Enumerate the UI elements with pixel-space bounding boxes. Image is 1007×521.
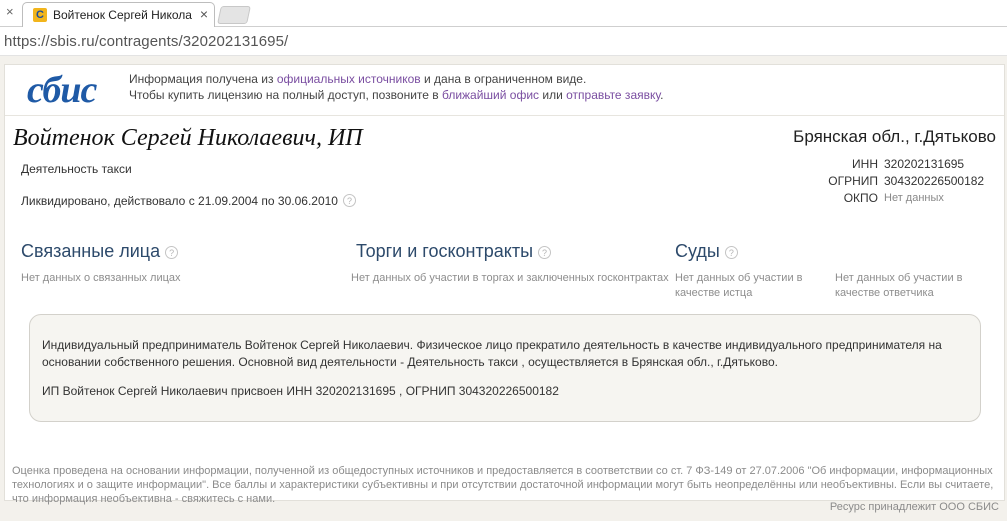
- sbis-favicon-icon: С: [33, 8, 47, 22]
- svg-text:сбис: сбис: [27, 71, 97, 109]
- help-icon[interactable]: ?: [724, 246, 738, 259]
- defendant-note: Нет данных об участии в качестве ответчи…: [835, 272, 963, 299]
- sections-row: Связанные лица? Нет данных о связанных л…: [21, 241, 991, 301]
- address-bar[interactable]: https://sbis.ru/contragents/320202131695…: [0, 28, 1007, 56]
- code-row-inn: ИНН 320202131695: [784, 155, 990, 172]
- tab-scroll-left-icon[interactable]: ×: [6, 4, 14, 19]
- company-codes: ИНН 320202131695 ОГРНИП 304320226500182 …: [784, 155, 990, 206]
- header-divider: [5, 115, 1004, 116]
- close-tab-icon[interactable]: ×: [200, 6, 208, 22]
- section-note: Нет данных о связанных лицах: [21, 272, 181, 284]
- nearest-office-link[interactable]: ближайший офис: [442, 88, 539, 102]
- footer-owner: Ресурс принадлежит ООО СБИС: [829, 501, 999, 513]
- company-activity: Деятельность такси: [21, 162, 132, 176]
- notice-text: Чтобы купить лицензию на полный доступ, …: [129, 88, 442, 102]
- section-title[interactable]: Торги и госконтракты?: [351, 241, 671, 262]
- url-text[interactable]: https://sbis.ru/contragents/320202131695…: [4, 33, 288, 50]
- section-title-text[interactable]: Суды: [675, 241, 720, 261]
- inn-value: 320202131695: [884, 156, 965, 171]
- notice-text: или: [539, 88, 567, 102]
- notice-line-2: Чтобы купить лицензию на полный доступ, …: [129, 87, 889, 103]
- help-icon[interactable]: ?: [342, 194, 356, 207]
- ogrnip-label: ОГРНИП: [828, 173, 878, 188]
- description-paragraph: ИП Войтенок Сергей Николаевич присвоен И…: [42, 384, 559, 398]
- tab-title: Войтенок Сергей Никола: [53, 8, 192, 22]
- code-row-ogrnip: ОГРНИП 304320226500182: [784, 172, 990, 189]
- section-title[interactable]: Связанные лица?: [21, 241, 321, 262]
- page: сбис Информация получена из официальных …: [0, 56, 1007, 521]
- notice-text: .: [660, 88, 664, 102]
- send-request-link[interactable]: отправьте заявку: [566, 88, 660, 102]
- company-description: Индивидуальный предприниматель Войтенок …: [29, 314, 981, 422]
- license-notice: Информация получена из официальных источ…: [129, 71, 889, 103]
- description-paragraph: Индивидуальный предприниматель Войтенок …: [42, 338, 942, 369]
- plaintiff-note: Нет данных об участии в качестве истца: [675, 272, 803, 299]
- footer-disclaimer: Оценка проведена на основании информации…: [12, 465, 994, 505]
- section-title-text[interactable]: Связанные лица: [21, 241, 160, 261]
- code-row-okpo: ОКПО Нет данных: [784, 189, 990, 206]
- section-note: Нет данных об участии в торгах и заключе…: [351, 272, 669, 284]
- browser-tab-bar: × С Войтенок Сергей Никола ×: [0, 0, 1007, 27]
- help-icon[interactable]: ?: [165, 246, 179, 259]
- ogrnip-value: 304320226500182: [884, 173, 985, 188]
- notice-text: и дана в ограниченном виде.: [420, 72, 587, 86]
- browser-tab[interactable]: С Войтенок Сергей Никола ×: [22, 2, 215, 27]
- official-sources-link[interactable]: официальных источников: [277, 72, 421, 86]
- sbis-logo[interactable]: сбис: [25, 69, 121, 111]
- okpo-value: Нет данных: [884, 191, 944, 204]
- status-text: Ликвидировано, действовало с 21.09.2004 …: [21, 194, 338, 208]
- notice-text: Информация получена из: [129, 72, 277, 86]
- help-icon[interactable]: ?: [538, 246, 552, 259]
- sbis-logo-icon: сбис: [27, 69, 98, 111]
- section-courts: Суды? Нет данных об участии в качестве и…: [675, 241, 985, 301]
- new-tab-button[interactable]: [217, 6, 251, 24]
- courts-notes: Нет данных об участии в качестве истца Н…: [675, 262, 985, 301]
- section-related-persons: Связанные лица? Нет данных о связанных л…: [21, 241, 321, 286]
- section-title[interactable]: Суды?: [675, 241, 985, 262]
- company-status: Ликвидировано, действовало с 21.09.2004 …: [21, 194, 356, 208]
- company-region: Брянская обл., г.Дятьково: [793, 127, 996, 146]
- section-title-text[interactable]: Торги и госконтракты: [356, 241, 533, 261]
- okpo-label: ОКПО: [843, 190, 878, 205]
- section-tenders: Торги и госконтракты? Нет данных об учас…: [351, 241, 671, 286]
- company-name: Войтенок Сергей Николаевич, ИП: [13, 125, 363, 151]
- content-panel: сбис Информация получена из официальных …: [4, 64, 1005, 501]
- notice-line-1: Информация получена из официальных источ…: [129, 71, 889, 87]
- inn-label: ИНН: [852, 156, 878, 171]
